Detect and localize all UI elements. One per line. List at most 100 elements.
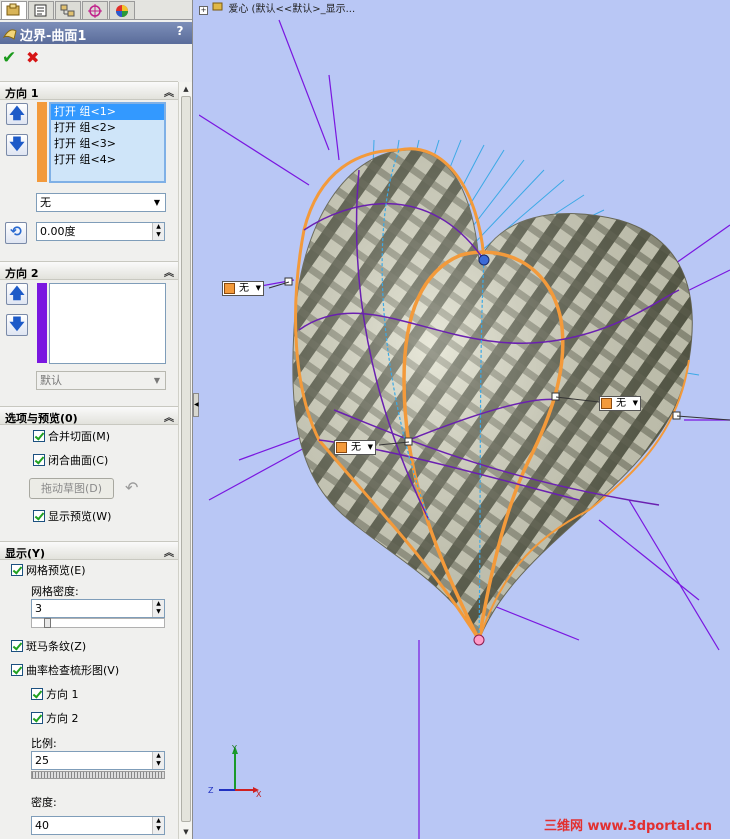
comb-direction1-checkbox[interactable]: 方向 1 [31, 687, 79, 703]
checkbox-label: 方向 1 [46, 688, 79, 701]
checkbox-checked-icon [33, 510, 45, 522]
checkbox-label: 网格预览(E) [26, 564, 86, 577]
spinner-arrows-icon[interactable]: ▲ ▼ [152, 752, 164, 769]
move-down-button[interactable]: 🡇 [6, 314, 28, 336]
connector-handle[interactable] [672, 411, 681, 420]
scroll-up-icon[interactable]: ▲ [180, 82, 192, 96]
feature-title: 边界-曲面1 [20, 29, 87, 44]
tangency-callout[interactable]: 无 ▼ [599, 396, 641, 411]
panel-scrollbar[interactable]: ▲ ▼ [178, 82, 192, 839]
help-button[interactable]: ? [173, 24, 187, 40]
options-header[interactable]: 选项与预览(0) ︽ [0, 406, 178, 425]
undo-sketch-drag-icon: ↶ [125, 478, 139, 497]
control-point[interactable] [478, 254, 490, 266]
dropdown-arrow-icon: ▼ [153, 376, 161, 385]
manager-tabs [0, 0, 192, 20]
slider-thumb[interactable] [44, 618, 51, 628]
list-item[interactable]: 打开 组<3> [51, 136, 164, 152]
tangency-callout[interactable]: 无 ▼ [334, 440, 376, 455]
connector-handle[interactable] [551, 392, 560, 401]
scrollbar-thumb[interactable] [181, 96, 191, 822]
tangent-angle-input[interactable]: 0.00度 ▲ ▼ [36, 222, 165, 241]
mesh-density-slider[interactable] [31, 618, 165, 628]
property-manager-panel: 边界-曲面1 ? ✔ ✖ 方向 1 ︽ 🡅 🡇 打开 组<1> 打开 组<2> … [0, 0, 193, 839]
connector-handle[interactable] [404, 437, 413, 446]
checkbox-label: 曲率检查梳形图(V) [26, 664, 120, 677]
comb-direction2-checkbox[interactable]: 方向 2 [31, 711, 79, 727]
spinner-arrows-icon[interactable]: ▲ ▼ [152, 600, 164, 617]
axis-triad: Y Z X [208, 744, 262, 799]
collapse-chevron-icon[interactable]: ︽ [164, 264, 174, 279]
direction1-color-bar [37, 102, 47, 182]
options-title: 选项与预览(0) [5, 412, 78, 425]
collapse-chevron-icon[interactable]: ︽ [164, 84, 174, 99]
comb-scale-slider[interactable] [31, 771, 165, 779]
checkbox-label: 斑马条纹(Z) [26, 640, 87, 653]
arrow-up-icon: 🡅 [9, 284, 25, 302]
select-value: 默认 [40, 374, 62, 387]
graphics-viewport[interactable]: + 爱心 (默认<<默认>_显示... Y Z X 无 ▼ 无 ▼ 无 ▼ 三维… [199, 0, 730, 839]
dropdown-arrow-icon: ▼ [632, 399, 638, 407]
arrow-down-icon: 🡇 [9, 315, 25, 333]
collapse-chevron-icon[interactable]: ︽ [164, 544, 174, 559]
show-preview-checkbox[interactable]: 显示预览(W) [33, 509, 111, 525]
spin-value: 3 [35, 602, 42, 615]
dropdown-arrow-icon: ▼ [367, 443, 373, 451]
boundary-surface-icon [2, 29, 17, 40]
direction1-tangency-select[interactable]: 无 ▼ [36, 193, 166, 212]
mesh-density-input[interactable]: 3 ▲ ▼ [31, 599, 165, 618]
tangency-callout[interactable]: 无 ▼ [222, 281, 264, 296]
direction2-header[interactable]: 方向 2 ︽ [0, 261, 178, 280]
y-axis-label: Y [231, 744, 237, 753]
curvature-comb-checkbox[interactable]: 曲率检查梳形图(V) [11, 663, 119, 679]
move-up-button[interactable]: 🡅 [6, 103, 28, 125]
checkmark-icon: ✔ [2, 48, 17, 68]
mesh-preview-checkbox[interactable]: 网格预览(E) [11, 563, 86, 579]
direction2-color-bar [37, 283, 47, 363]
cancel-button[interactable]: ✖ [26, 48, 39, 67]
connector-handle[interactable] [284, 277, 293, 286]
comb-density-input[interactable]: 40 ▲ ▼ [31, 816, 165, 835]
comb-scale-input[interactable]: 25 ▲ ▼ [31, 751, 165, 770]
spin-value: 25 [35, 754, 49, 767]
tab-configuration-manager[interactable] [55, 1, 81, 19]
color-wheel-icon [116, 5, 128, 17]
list-item[interactable]: 打开 组<2> [51, 120, 164, 136]
display-header[interactable]: 显示(Y) ︽ [0, 541, 178, 560]
scroll-down-icon[interactable]: ▼ [180, 825, 192, 839]
list-item[interactable]: 打开 组<4> [51, 152, 164, 168]
spinner-arrows-icon[interactable]: ▲ ▼ [152, 817, 164, 834]
orange-square-icon [224, 283, 235, 294]
reverse-direction-button[interactable]: ⟲ [5, 222, 27, 244]
checkbox-checked-icon [33, 430, 45, 442]
ok-button[interactable]: ✔ [2, 48, 16, 68]
collapse-chevron-icon[interactable]: ︽ [164, 409, 174, 424]
merge-faces-checkbox[interactable]: 合并切面(M) [33, 429, 110, 445]
checkbox-checked-icon [31, 712, 43, 724]
closed-surface-checkbox[interactable]: 闭合曲面(C) [33, 453, 108, 469]
direction1-curves-list[interactable]: 打开 组<1> 打开 组<2> 打开 组<3> 打开 组<4> [49, 102, 166, 183]
list-item[interactable]: 打开 组<1> [51, 104, 164, 120]
tab-display-manager[interactable] [109, 1, 135, 19]
drag-sketch-button: 拖动草图(D) [29, 478, 114, 499]
move-down-button[interactable]: 🡇 [6, 134, 28, 156]
spinner-arrows-icon[interactable]: ▲ ▼ [152, 223, 164, 240]
direction2-curves-list[interactable] [49, 283, 166, 364]
zebra-stripes-checkbox[interactable]: 斑马条纹(Z) [11, 639, 86, 655]
checkbox-checked-icon [33, 454, 45, 466]
dropdown-arrow-icon: ▼ [255, 284, 261, 292]
scale-label: 比例: [31, 737, 57, 750]
direction1-title: 方向 1 [5, 87, 39, 100]
checkbox-checked-icon [31, 688, 43, 700]
orange-square-icon [601, 398, 612, 409]
tab-property-manager[interactable] [28, 1, 54, 19]
checkbox-label: 合并切面(M) [48, 430, 111, 443]
direction1-header[interactable]: 方向 1 ︽ [0, 81, 178, 100]
heart-model[interactable]: Y Z X [199, 0, 730, 839]
control-point[interactable] [473, 634, 485, 646]
tab-dimxpert-manager[interactable] [82, 1, 108, 19]
tab-feature-manager[interactable] [1, 1, 27, 19]
ok-cancel-row: ✔ ✖ [0, 46, 192, 74]
x-axis-label: X [256, 790, 262, 799]
move-up-button[interactable]: 🡅 [6, 283, 28, 305]
